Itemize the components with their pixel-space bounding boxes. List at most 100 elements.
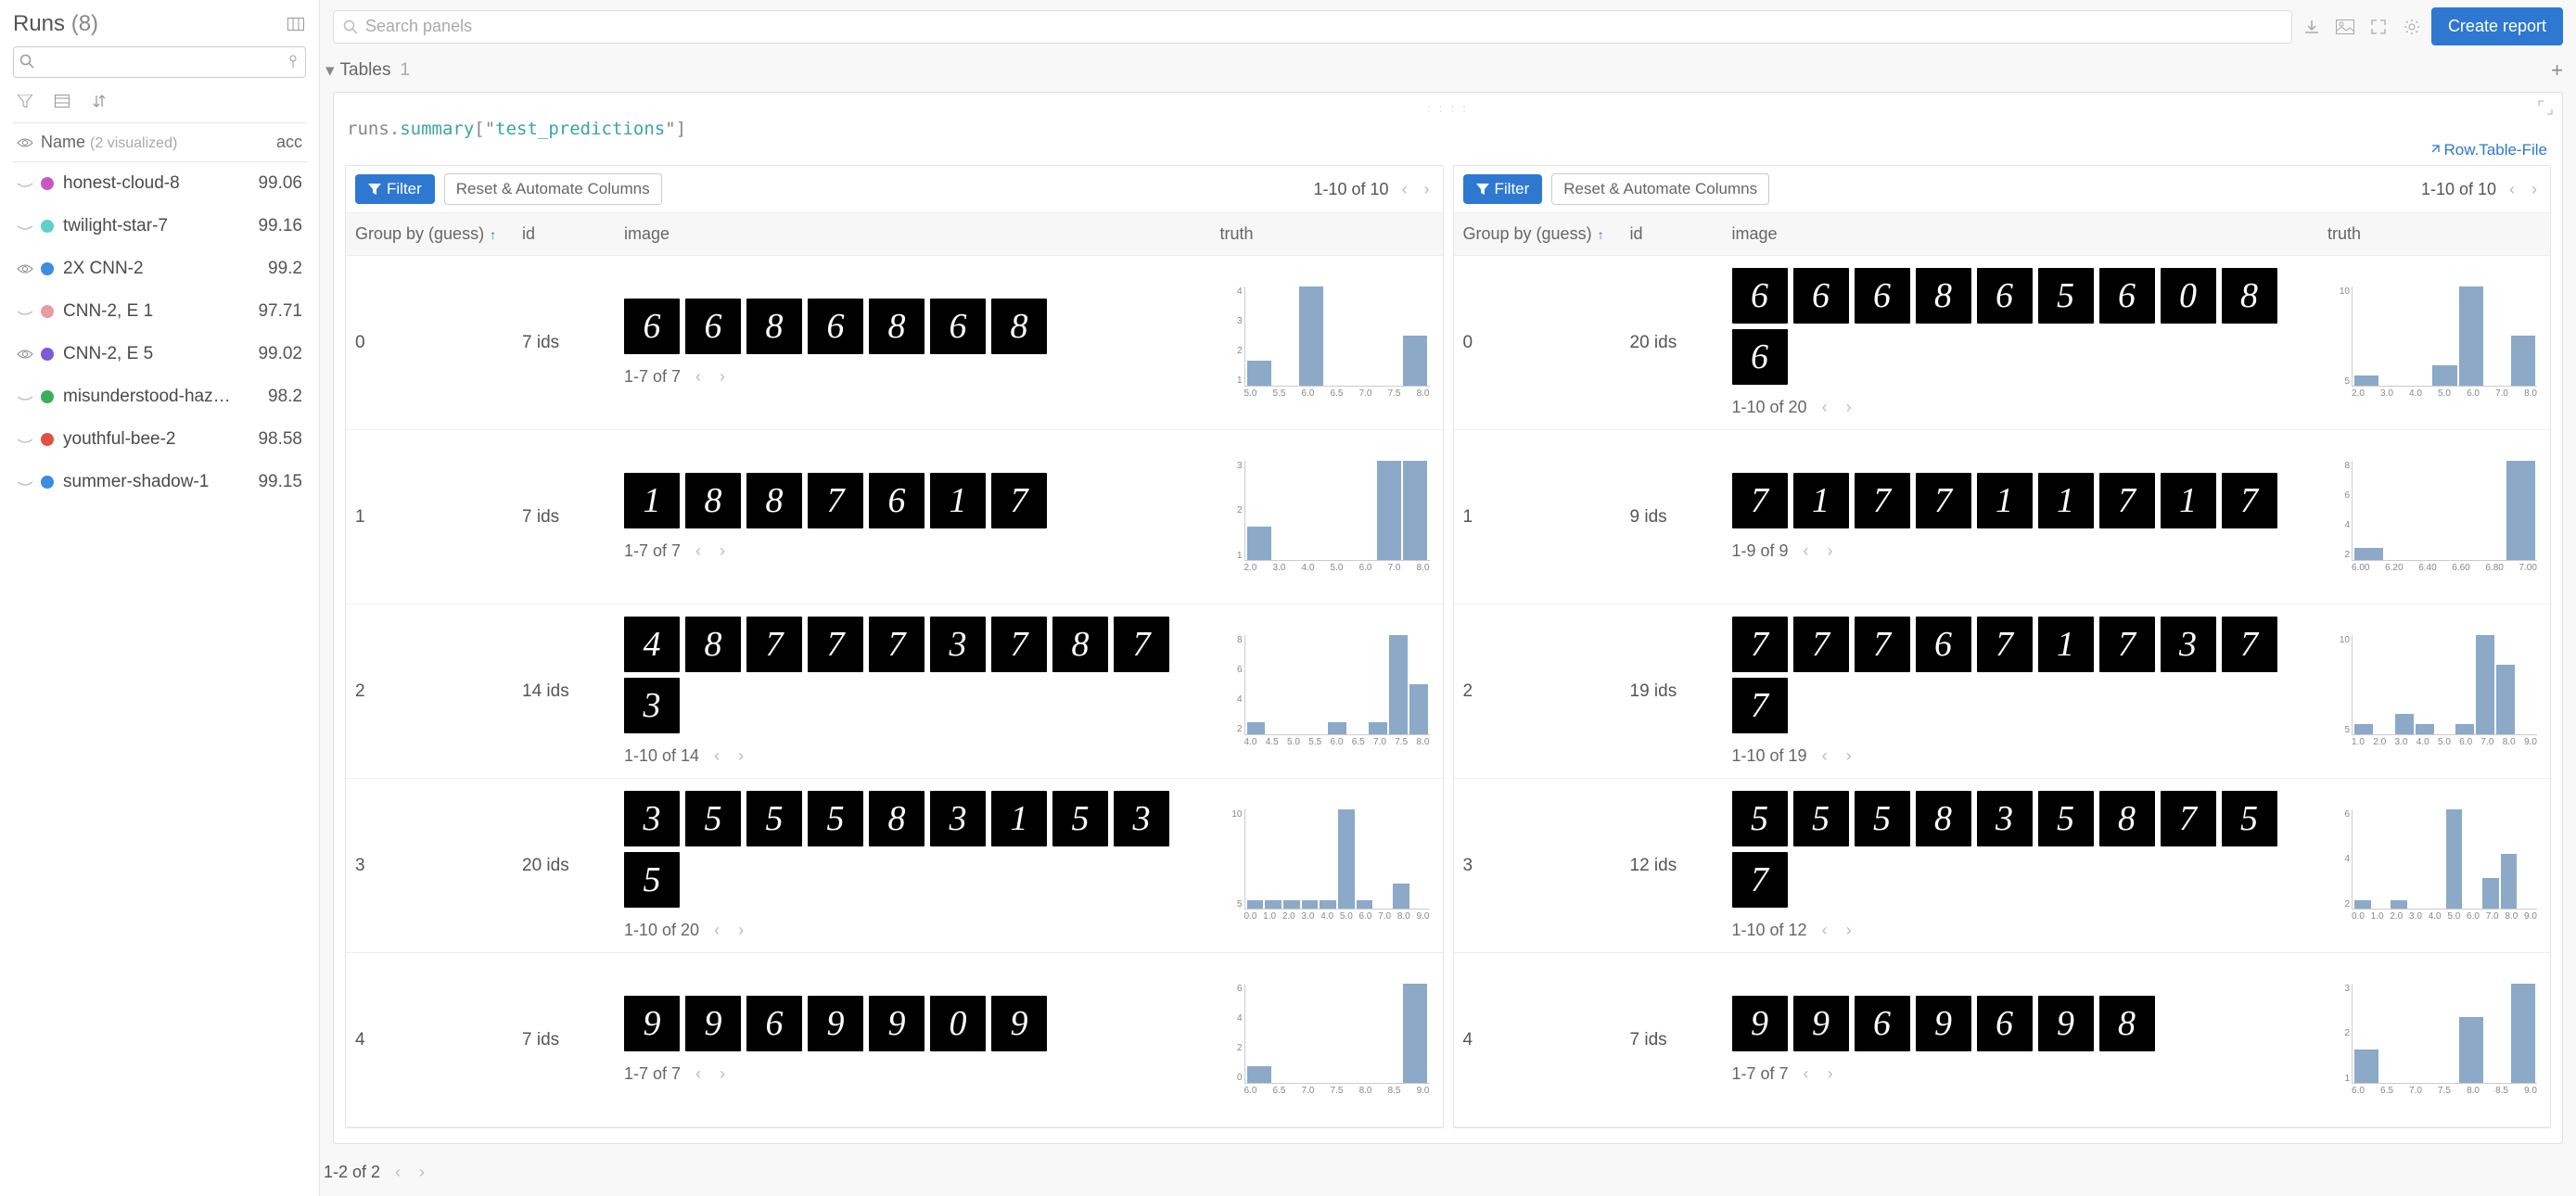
- mnist-thumb[interactable]: 6: [930, 299, 986, 354]
- mnist-thumb[interactable]: 8: [2099, 791, 2155, 846]
- mnist-thumb[interactable]: 9: [1793, 996, 1849, 1051]
- mnist-thumb[interactable]: 1: [1793, 473, 1849, 528]
- chevron-left-icon[interactable]: ‹: [1398, 180, 1411, 199]
- chevron-left-icon[interactable]: ‹: [710, 746, 723, 766]
- mnist-thumb[interactable]: 3: [624, 791, 680, 846]
- mnist-thumb[interactable]: 7: [2099, 617, 2155, 672]
- column-header-id[interactable]: id: [1621, 213, 1723, 255]
- mnist-thumb[interactable]: 6: [869, 473, 925, 528]
- column-header-group[interactable]: Group by (guess) ↑: [346, 213, 513, 255]
- run-row[interactable]: honest-cloud-899.06: [13, 162, 306, 205]
- mnist-thumb[interactable]: 8: [685, 473, 741, 528]
- mnist-thumb[interactable]: 9: [1732, 996, 1788, 1051]
- chevron-left-icon[interactable]: ‹: [1818, 398, 1831, 417]
- mnist-thumb[interactable]: 3: [930, 791, 986, 846]
- mnist-thumb[interactable]: 6: [2099, 268, 2155, 324]
- chevron-right-icon[interactable]: ›: [1843, 921, 1855, 940]
- visibility-toggle[interactable]: [17, 306, 41, 317]
- mnist-thumb[interactable]: 0: [2161, 268, 2216, 324]
- histogram-chart[interactable]: 1051.02.03.04.05.06.07.08.09.0: [2327, 631, 2541, 752]
- reset-columns-button[interactable]: Reset & Automate Columns: [1551, 173, 1769, 205]
- mnist-thumb[interactable]: 1: [991, 791, 1047, 846]
- mnist-thumb[interactable]: 0: [930, 996, 986, 1051]
- mnist-thumb[interactable]: 3: [2161, 617, 2216, 672]
- mnist-thumb[interactable]: 6: [624, 299, 680, 354]
- expand-icon[interactable]: [2368, 17, 2389, 37]
- mnist-thumb[interactable]: 8: [869, 299, 925, 354]
- name-header[interactable]: Name: [41, 133, 85, 151]
- chevron-left-icon[interactable]: ‹: [1818, 921, 1831, 940]
- mnist-thumb[interactable]: 8: [991, 299, 1047, 354]
- histogram-chart[interactable]: 1050.01.02.03.04.05.06.07.08.09.0: [1220, 806, 1434, 926]
- mnist-thumb[interactable]: 7: [1732, 852, 1788, 908]
- mnist-thumb[interactable]: 6: [1793, 268, 1849, 324]
- chevron-down-icon[interactable]: ▾: [325, 60, 335, 82]
- mnist-thumb[interactable]: 8: [2222, 268, 2277, 324]
- mnist-thumb[interactable]: 8: [2099, 996, 2155, 1051]
- sort-icon[interactable]: [89, 91, 109, 111]
- mnist-thumb[interactable]: 7: [808, 473, 863, 528]
- chevron-right-icon[interactable]: ›: [716, 541, 729, 561]
- mnist-thumb[interactable]: 7: [746, 617, 802, 672]
- expand-panel-icon[interactable]: [2538, 100, 2553, 115]
- mnist-thumb[interactable]: 9: [808, 996, 863, 1051]
- mnist-thumb[interactable]: 7: [1916, 473, 1971, 528]
- histogram-chart[interactable]: 1052.03.04.05.06.07.08.0: [2327, 283, 2541, 403]
- mnist-thumb[interactable]: 7: [1114, 617, 1169, 672]
- mnist-thumb[interactable]: 6: [746, 996, 802, 1051]
- pin-icon[interactable]: [287, 54, 300, 69]
- mnist-thumb[interactable]: 7: [1732, 617, 1788, 672]
- column-header-truth[interactable]: truth: [1211, 213, 1443, 255]
- mnist-thumb[interactable]: 7: [991, 617, 1047, 672]
- mnist-thumb[interactable]: 5: [746, 791, 802, 846]
- mnist-thumb[interactable]: 5: [808, 791, 863, 846]
- drag-handle-icon[interactable]: : : : :: [345, 102, 2551, 115]
- mnist-thumb[interactable]: 6: [1732, 329, 1788, 385]
- visibility-toggle[interactable]: [17, 263, 41, 274]
- mnist-thumb[interactable]: 7: [869, 617, 925, 672]
- chevron-right-icon[interactable]: ›: [1843, 746, 1855, 766]
- mnist-thumb[interactable]: 7: [2161, 791, 2216, 846]
- mnist-thumb[interactable]: 5: [1855, 791, 1910, 846]
- visibility-toggle[interactable]: [17, 391, 41, 402]
- filter-icon[interactable]: [15, 91, 35, 111]
- chevron-left-icon[interactable]: ‹: [710, 921, 723, 940]
- run-row[interactable]: twilight-star-799.16: [13, 205, 306, 248]
- mnist-thumb[interactable]: 5: [1793, 791, 1849, 846]
- mnist-thumb[interactable]: 7: [991, 473, 1047, 528]
- mnist-thumb[interactable]: 5: [624, 852, 680, 908]
- filter-button[interactable]: Filter: [355, 174, 435, 204]
- mnist-thumb[interactable]: 9: [2038, 996, 2094, 1051]
- chevron-right-icon[interactable]: ›: [734, 921, 747, 940]
- mnist-thumb[interactable]: 3: [624, 678, 680, 733]
- mnist-thumb[interactable]: 8: [685, 617, 741, 672]
- column-header-group[interactable]: Group by (guess) ↑: [1454, 213, 1621, 255]
- chevron-right-icon[interactable]: ›: [716, 367, 729, 387]
- chevron-left-icon[interactable]: ‹: [692, 541, 705, 561]
- histogram-chart[interactable]: 64206.06.57.07.58.08.59.0: [1220, 980, 1434, 1101]
- histogram-chart[interactable]: 6420.01.02.03.04.05.06.07.08.09.0: [2327, 806, 2541, 926]
- mnist-thumb[interactable]: 1: [2038, 473, 2094, 528]
- mnist-thumb[interactable]: 5: [2038, 268, 2094, 324]
- add-panel-button[interactable]: +: [2551, 58, 2563, 83]
- run-row[interactable]: summer-shadow-199.15: [13, 461, 306, 503]
- mnist-thumb[interactable]: 1: [624, 473, 680, 528]
- run-row[interactable]: CNN-2, E 599.02: [13, 333, 306, 375]
- mnist-thumb[interactable]: 1: [2038, 617, 2094, 672]
- mnist-thumb[interactable]: 8: [1916, 268, 1971, 324]
- chevron-left-icon[interactable]: ‹: [1818, 746, 1831, 766]
- mnist-thumb[interactable]: 7: [2222, 473, 2277, 528]
- filter-button[interactable]: Filter: [1463, 174, 1543, 204]
- mnist-thumb[interactable]: 6: [685, 299, 741, 354]
- mnist-thumb[interactable]: 9: [1916, 996, 1971, 1051]
- mnist-thumb[interactable]: 5: [1052, 791, 1108, 846]
- group-icon[interactable]: [52, 91, 72, 111]
- chevron-left-icon[interactable]: ‹: [692, 367, 705, 387]
- mnist-thumb[interactable]: 8: [746, 473, 802, 528]
- mnist-thumb[interactable]: 3: [1977, 791, 2033, 846]
- visibility-toggle[interactable]: [17, 349, 41, 360]
- mnist-thumb[interactable]: 7: [2222, 617, 2277, 672]
- runs-search-input[interactable]: [13, 46, 306, 78]
- reset-columns-button[interactable]: Reset & Automate Columns: [444, 173, 662, 205]
- chevron-left-icon[interactable]: ‹: [1800, 541, 1813, 561]
